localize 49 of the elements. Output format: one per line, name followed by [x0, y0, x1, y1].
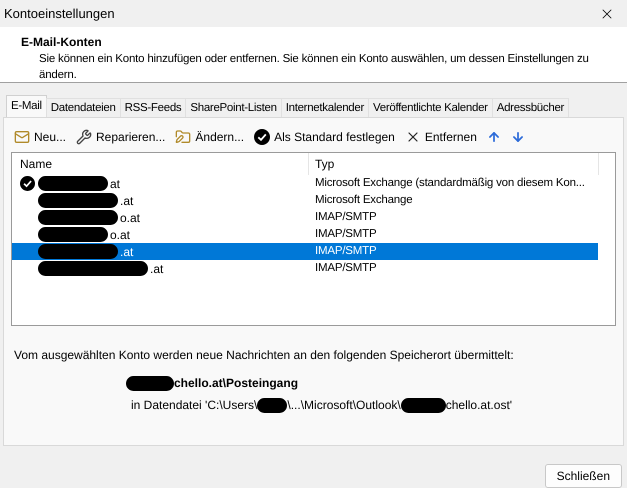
toolbar-button[interactable]: Ändern...	[175, 128, 244, 146]
folder-icon	[175, 129, 192, 146]
check-circle-icon	[254, 129, 270, 146]
column-header[interactable]: Typ	[309, 153, 599, 176]
column-header[interactable]: Name	[12, 153, 309, 176]
table-cell-text: Microsoft Exchange (standardmäßig von diesem Kon...	[314, 176, 585, 192]
delivery-text: Vom ausgewählten Konto werden neue Nachrichten an den folgenden Speicherort übermittelt:	[13, 347, 515, 364]
wrench-icon	[76, 129, 92, 146]
toolbar-button[interactable]: Entfernen	[404, 128, 477, 146]
header-description: Sie können ein Konto hinzufügen oder entfernen. Sie können ein Konto auswählen, um dessen Einstellungen zu ändern.	[38, 52, 590, 84]
check-circle-icon	[20, 176, 35, 192]
envelope-icon	[14, 129, 30, 146]
tab[interactable]: E-Mail	[6, 95, 47, 118]
close-dialog-button[interactable]: Schließen	[544, 464, 622, 488]
redaction-mark	[38, 176, 108, 192]
data-file-path: \...\Microsoft\Outlook\	[287, 397, 401, 414]
toolbar-icon-button[interactable]	[486, 130, 501, 144]
table-cell-text: IMAP/SMTP	[314, 261, 376, 276]
tab[interactable]: Datendateien	[46, 98, 121, 118]
table-cell-text: Microsoft Exchange	[314, 193, 412, 208]
redaction-mark	[38, 227, 108, 242]
window-title: Kontoeinstellungen	[4, 4, 115, 23]
toolbar-icon-button[interactable]	[510, 130, 525, 144]
toolbar-button[interactable]: Reparieren...	[76, 128, 166, 146]
table-cell-text: .at	[150, 260, 164, 278]
tab[interactable]: Adressbücher	[492, 98, 570, 118]
table-cell-text: o.at	[110, 226, 130, 244]
folder-path: chello.at\Posteingang	[174, 375, 298, 392]
table-cell-text: IMAP/SMTP	[314, 210, 376, 226]
redaction-mark	[400, 398, 446, 413]
table-cell-text: IMAP/SMTP	[314, 244, 376, 260]
table-cell-text: IMAP/SMTP	[314, 227, 376, 242]
header-title: E-Mail-Konten	[21, 34, 103, 52]
data-file-path: in Datendatei 'C:\Users\	[131, 397, 258, 414]
table-cell-text: at	[110, 176, 120, 193]
table-cell-text: .at	[120, 192, 134, 210]
account-row[interactable]: .at Microsoft Exchange	[12, 192, 598, 210]
table-cell-text: .at	[120, 244, 134, 261]
account-row[interactable]: o.at IMAP/SMTP	[12, 226, 598, 244]
data-file-path: chello.at.ost'	[446, 397, 512, 414]
toolbar-button[interactable]: Neu...	[14, 128, 66, 146]
account-row[interactable]: .at IMAP/SMTP	[12, 260, 598, 278]
account-row[interactable]: at Microsoft Exchange (standardmäßig von diesem Kon...	[12, 175, 598, 192]
toolbar-button[interactable]: Als Standard festlegen	[254, 128, 395, 146]
redaction-mark	[126, 376, 174, 391]
redaction-mark	[257, 398, 288, 413]
account-row[interactable]: .at IMAP/SMTP	[12, 243, 598, 260]
account-row[interactable]: o.at IMAP/SMTP	[12, 209, 598, 226]
table-cell-text: o.at	[120, 210, 140, 227]
